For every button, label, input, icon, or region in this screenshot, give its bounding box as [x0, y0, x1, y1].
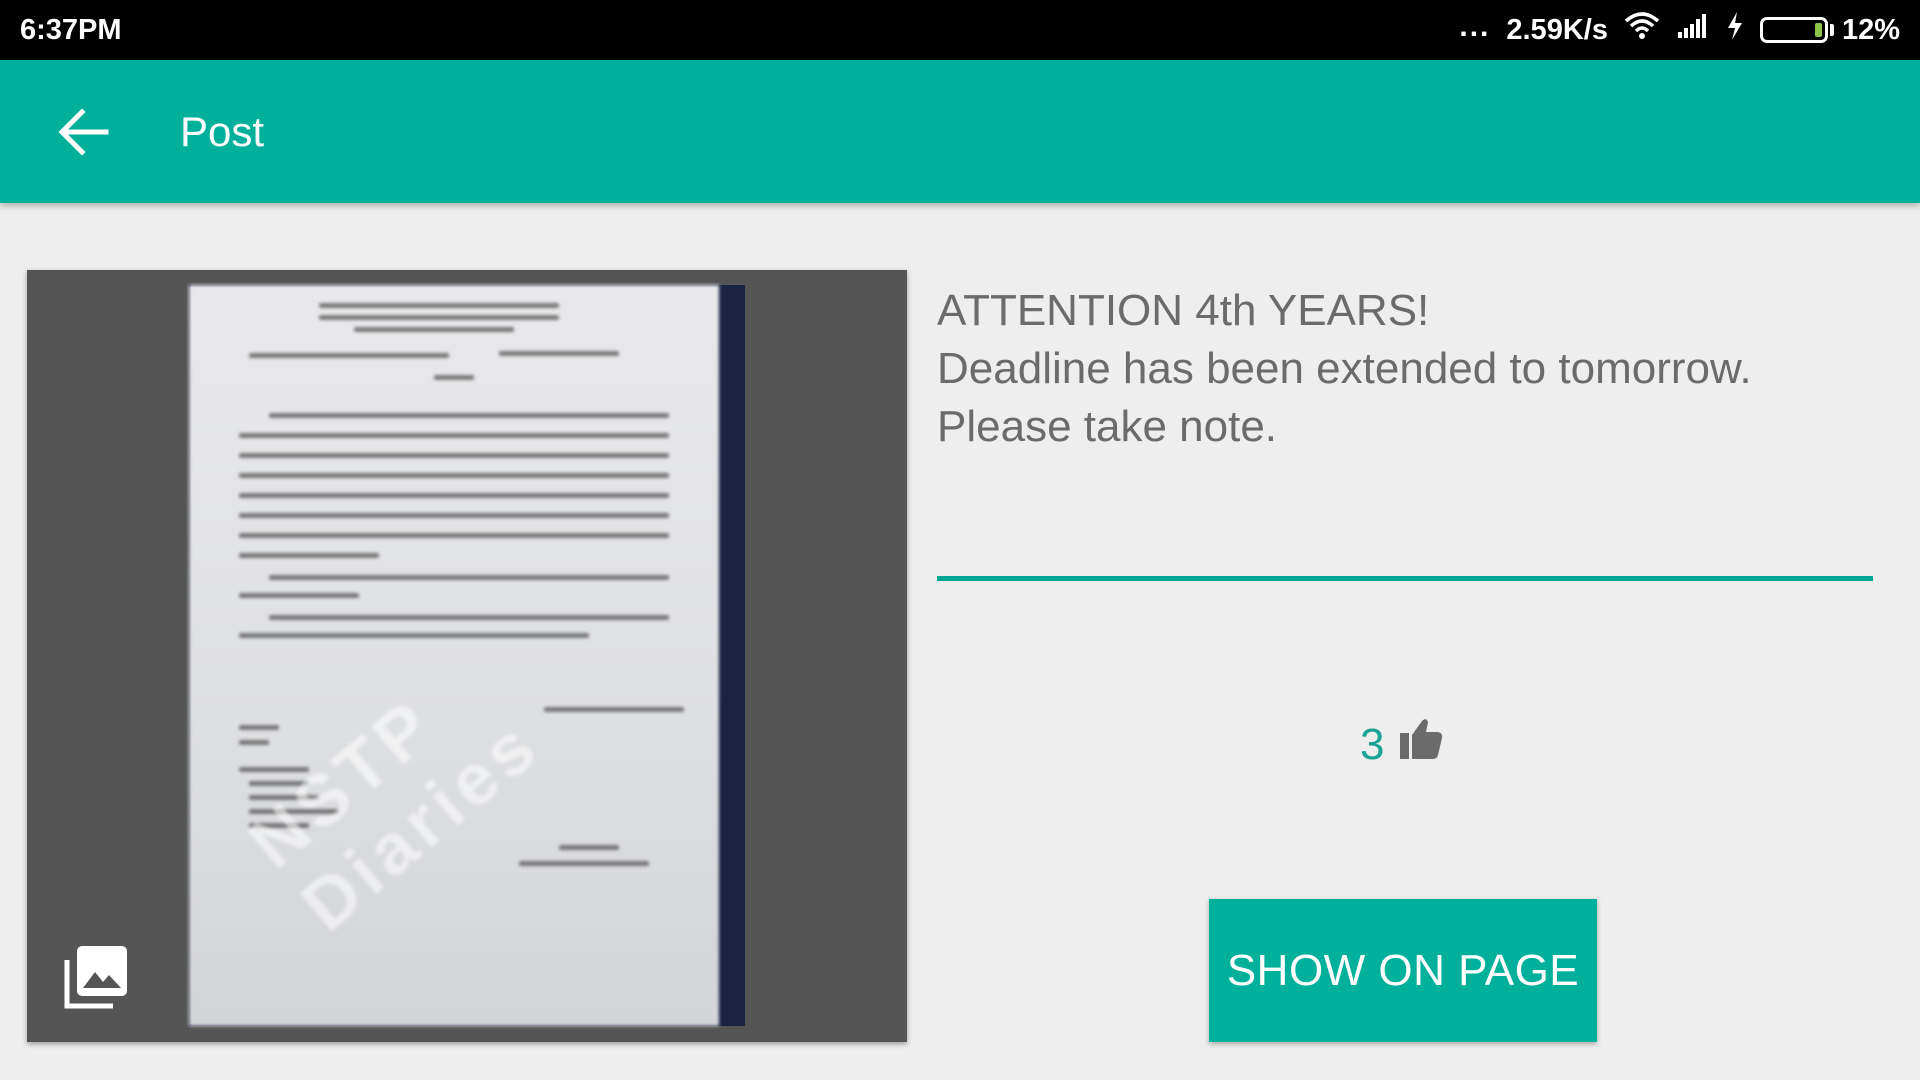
document-photo: NSTP Diaries: [189, 285, 719, 1026]
post-line-2: Deadline has been extended to tomorrow.: [937, 344, 1752, 393]
network-speed: 2.59K/s: [1506, 13, 1608, 46]
post-image[interactable]: NSTP Diaries: [189, 285, 745, 1026]
show-on-page-button[interactable]: SHOW ON PAGE: [1209, 899, 1597, 1042]
thumbs-up-icon[interactable]: [1398, 717, 1444, 761]
notification-dots: ...: [1459, 10, 1491, 43]
post-line-heading: ATTENTION 4th YEARS!: [937, 286, 1430, 335]
app-bar: Post: [0, 60, 1920, 203]
post-image-card[interactable]: NSTP Diaries: [27, 270, 907, 1042]
image-watermark: NSTP Diaries: [234, 684, 555, 947]
signal-icon: [1676, 12, 1710, 48]
status-time: 6:37PM: [20, 13, 122, 46]
status-icons: ... 2.59K/s 12%: [1459, 10, 1900, 49]
back-button[interactable]: [29, 77, 139, 187]
battery-icon: 12%: [1759, 13, 1900, 47]
wifi-icon: [1624, 11, 1660, 49]
likes-count: 3: [1360, 720, 1385, 769]
page-title: Post: [180, 107, 265, 155]
charging-icon: [1726, 11, 1744, 49]
status-bar: 6:37PM ... 2.59K/s 12%: [0, 0, 1920, 60]
post-line-3: Please take note.: [937, 402, 1278, 451]
battery-percent: 12%: [1841, 13, 1900, 46]
photo-library-icon[interactable]: [61, 942, 131, 1012]
like-button[interactable]: 3: [1360, 708, 1444, 770]
post-body: ATTENTION 4th YEARS! Deadline has been e…: [937, 282, 1887, 456]
divider: [937, 576, 1873, 581]
arrow-left-icon: [58, 107, 109, 156]
